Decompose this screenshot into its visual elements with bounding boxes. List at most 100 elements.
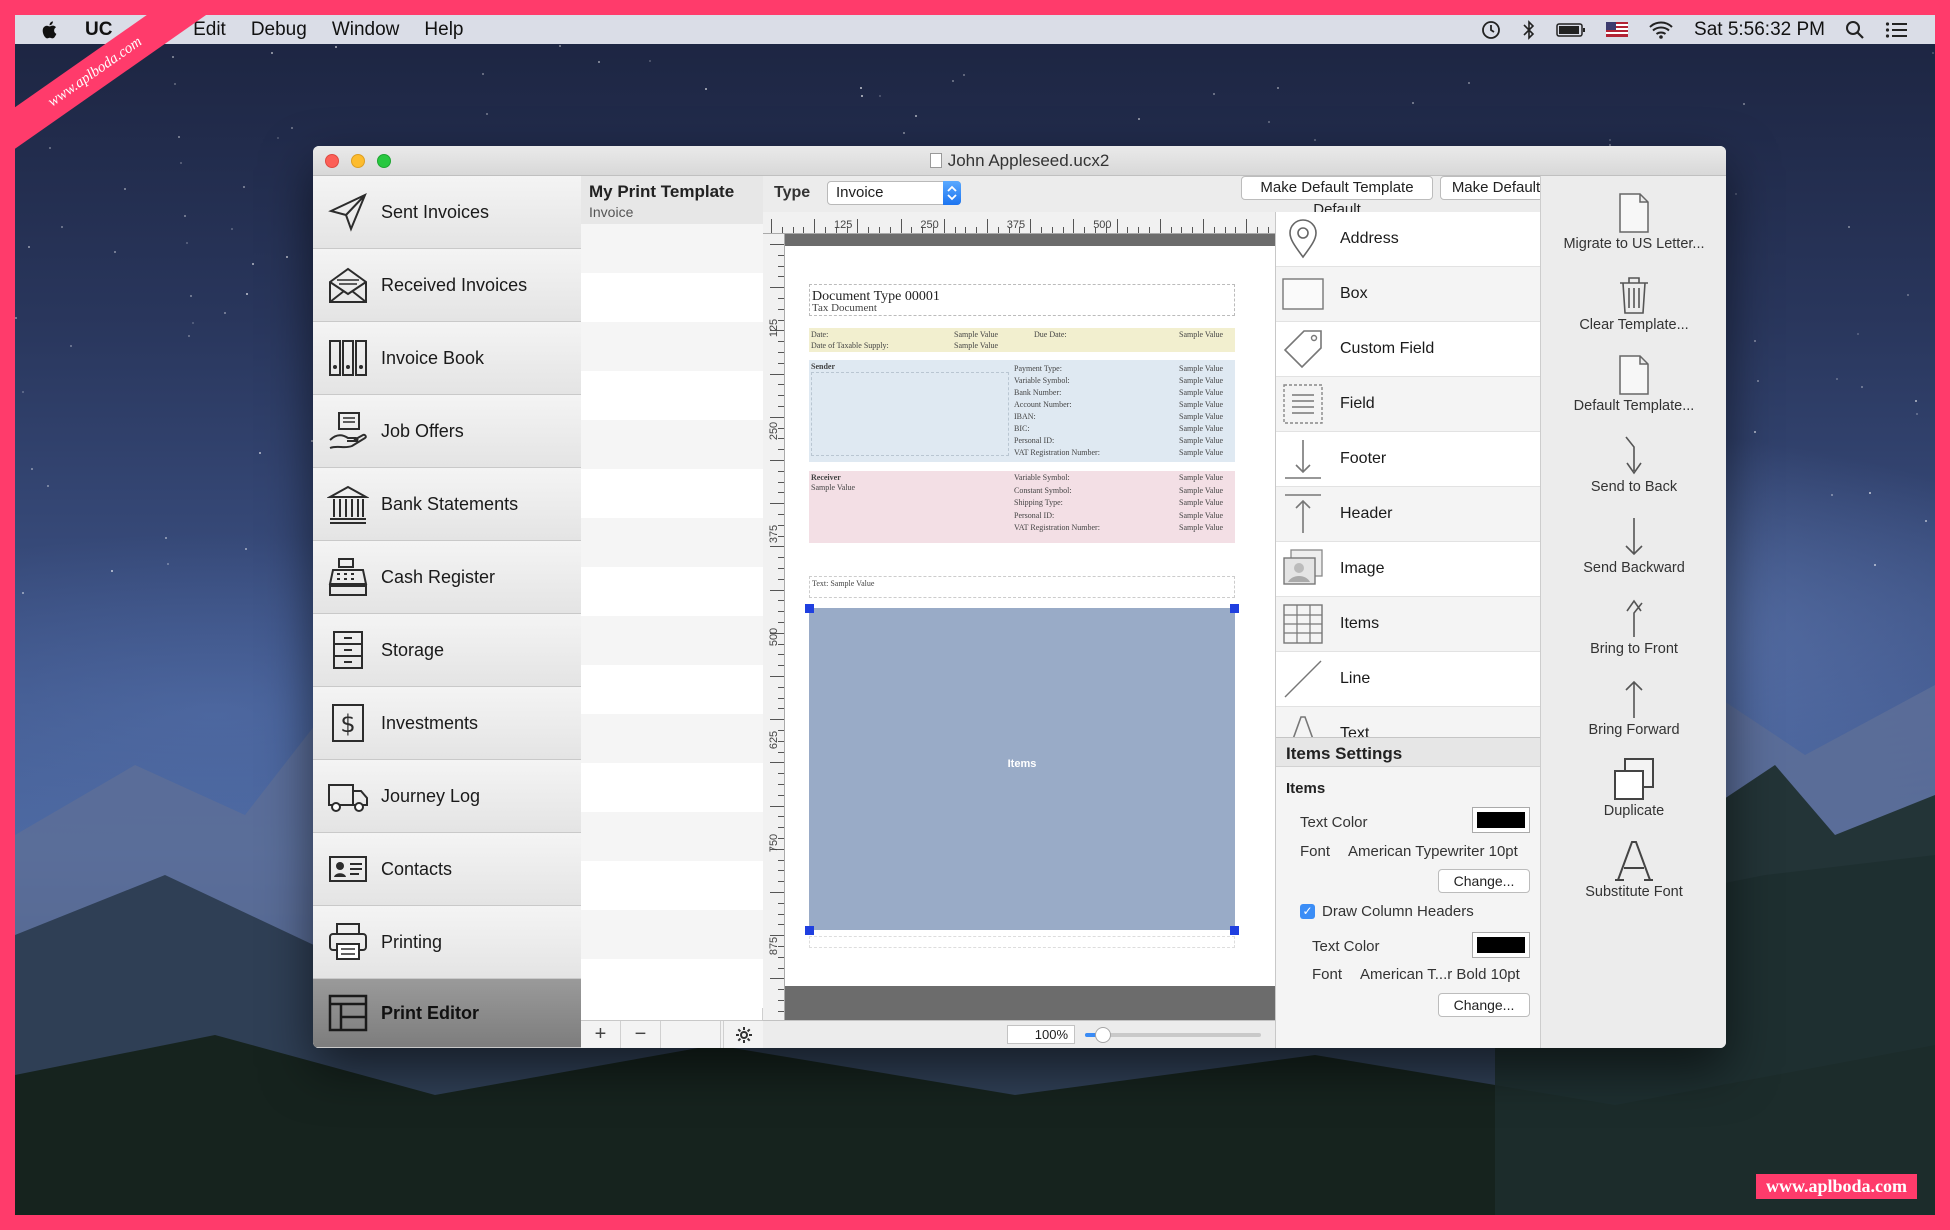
make-default-template-default-button[interactable]: Make Default Template Default [1241, 176, 1433, 218]
ruler-tick [778, 697, 784, 699]
sidebar-item-invoice-book[interactable]: Invoice Book [313, 322, 581, 395]
star [22, 391, 24, 393]
receiver-block[interactable]: Receiver Sample Value Variable Symbol: Sa… [809, 471, 1235, 543]
sidebar-item-sent-invoices[interactable]: Sent Invoices [313, 176, 581, 249]
sidebar-item-cash-register[interactable]: Cash Register [313, 541, 581, 614]
ruler-tick [770, 762, 784, 764]
resize-handle-bottom-right[interactable] [1230, 926, 1239, 935]
footer-area[interactable] [809, 936, 1235, 948]
migrate-to-us-letter-button[interactable]: Migrate to US Letter... [1541, 184, 1726, 252]
spotlight-icon[interactable] [1845, 20, 1865, 40]
ruler-tick [770, 676, 784, 677]
palette-item-box[interactable]: Box [1276, 267, 1541, 322]
apple-menu-icon[interactable] [39, 19, 61, 41]
minimize-button[interactable] [351, 154, 365, 168]
type-select[interactable]: Invoice [827, 181, 961, 205]
change-header-font-button[interactable]: Change... [1438, 993, 1530, 1017]
add-template-button[interactable]: + [581, 1021, 621, 1048]
ruler-tick [778, 600, 784, 602]
wifi-icon[interactable] [1648, 20, 1674, 40]
binders-icon [325, 335, 371, 381]
zoom-slider-track[interactable] [1085, 1033, 1261, 1037]
time-machine-icon[interactable] [1480, 19, 1502, 41]
notification-center-icon[interactable] [1885, 21, 1907, 39]
field-label: Payment Type: [1014, 364, 1062, 373]
resize-handle-top-right[interactable] [1230, 604, 1239, 613]
menu-help[interactable]: Help [424, 19, 463, 41]
text-field-block[interactable]: Text: Sample Value [809, 576, 1235, 598]
clock[interactable]: Sat 5:56:32 PM [1694, 19, 1825, 41]
sidebar-item-investments[interactable]: $ Investments [313, 687, 581, 760]
palette-item-address[interactable]: Address [1276, 212, 1541, 267]
zoom-button[interactable] [377, 154, 391, 168]
template-list-row [581, 861, 763, 910]
close-button[interactable] [325, 154, 339, 168]
battery-icon[interactable] [1556, 22, 1586, 38]
clear-template-button[interactable]: Clear Template... [1541, 265, 1726, 333]
ruler-tick [1170, 227, 1172, 233]
sidebar-item-print-editor[interactable]: Print Editor [313, 979, 581, 1048]
gear-icon[interactable] [723, 1021, 763, 1048]
sidebar-item-received-invoices[interactable]: Received Invoices [313, 249, 581, 322]
items-block[interactable]: Items [809, 608, 1235, 930]
bluetooth-icon[interactable] [1522, 19, 1536, 41]
default-template-button[interactable]: Default Template... [1541, 346, 1726, 414]
palette-item-image[interactable]: Image [1276, 542, 1541, 597]
sidebar-item-bank-statements[interactable]: Bank Statements [313, 468, 581, 541]
sender-block[interactable]: Sender Payment Type: Sample Value Variable… [809, 360, 1235, 462]
menu-file[interactable]: File [137, 19, 168, 41]
substitute-font-button[interactable]: Substitute Font [1541, 832, 1726, 900]
remove-template-button[interactable]: − [621, 1021, 661, 1048]
bring-forward-button[interactable]: Bring Forward [1541, 670, 1726, 738]
draw-column-headers-checkbox[interactable]: ✓ [1300, 904, 1315, 919]
action-label: Duplicate [1603, 803, 1665, 819]
palette-item-custom-field[interactable]: Custom Field [1276, 322, 1541, 377]
ruler-label: 125 [834, 219, 853, 231]
date-band[interactable]: Date: Sample Value Due Date: Sample Valu… [809, 328, 1235, 352]
send-to-back-button[interactable]: Send to Back [1541, 427, 1726, 495]
flag-icon[interactable] [1606, 22, 1629, 37]
document-page[interactable]: Document Type 00001 Tax Document Date: S… [785, 246, 1275, 986]
make-default-button[interactable]: Make Default [1440, 176, 1552, 200]
sidebar-item-job-offers[interactable]: Job Offers [313, 395, 581, 468]
zoom-field[interactable]: 100% [1007, 1025, 1075, 1044]
palette-item-items[interactable]: Items [1276, 597, 1541, 652]
svg-text:$: $ [340, 710, 355, 738]
menu-window[interactable]: Window [332, 19, 400, 41]
menu-edit[interactable]: Edit [193, 19, 226, 41]
ruler-tick [778, 924, 784, 926]
document-proxy-icon[interactable] [929, 153, 942, 168]
resize-handle-top-left[interactable] [805, 604, 814, 613]
star [286, 256, 288, 258]
ruler-tick [778, 686, 784, 688]
zoom-slider-knob[interactable] [1095, 1027, 1111, 1043]
star [1932, 52, 1934, 54]
app-menu[interactable]: UC [85, 19, 112, 41]
ruler-tick [778, 406, 784, 407]
box-icon [1280, 271, 1326, 317]
text-color-swatch[interactable] [1472, 807, 1530, 833]
field-value: Sample Value [1179, 498, 1224, 507]
menu-debug[interactable]: Debug [251, 19, 307, 41]
sidebar-item-contacts[interactable]: Contacts [313, 833, 581, 906]
ruler-tick [778, 298, 784, 299]
send-backward-button[interactable]: Send Backward [1541, 508, 1726, 576]
resize-handle-bottom-left[interactable] [805, 926, 814, 935]
palette-item-field[interactable]: Field [1276, 377, 1541, 432]
palette-item-footer[interactable]: Footer [1276, 432, 1541, 487]
location-pin-icon [1280, 216, 1326, 262]
change-font-button[interactable]: Change... [1438, 869, 1530, 893]
sidebar-item-journey-log[interactable]: Journey Log [313, 760, 581, 833]
palette-item-header[interactable]: Header [1276, 487, 1541, 542]
bring-to-front-button[interactable]: Bring to Front [1541, 589, 1726, 657]
header-text-color-swatch[interactable] [1472, 932, 1530, 958]
layout-canvas[interactable]: 125 250 375 500 125 250 375 500 625 750 875 Docum… [763, 212, 1280, 1048]
star [1412, 102, 1414, 104]
template-list-item-selected[interactable]: My Print Template Invoice [581, 176, 763, 224]
palette-item-line[interactable]: Line [1276, 652, 1541, 707]
sidebar-item-storage[interactable]: Storage [313, 614, 581, 687]
duplicate-button[interactable]: Duplicate [1541, 751, 1726, 819]
title-field[interactable]: Document Type 00001 Tax Document [809, 284, 1235, 316]
ruler-tick [778, 859, 784, 861]
sidebar-item-printing[interactable]: Printing [313, 906, 581, 979]
